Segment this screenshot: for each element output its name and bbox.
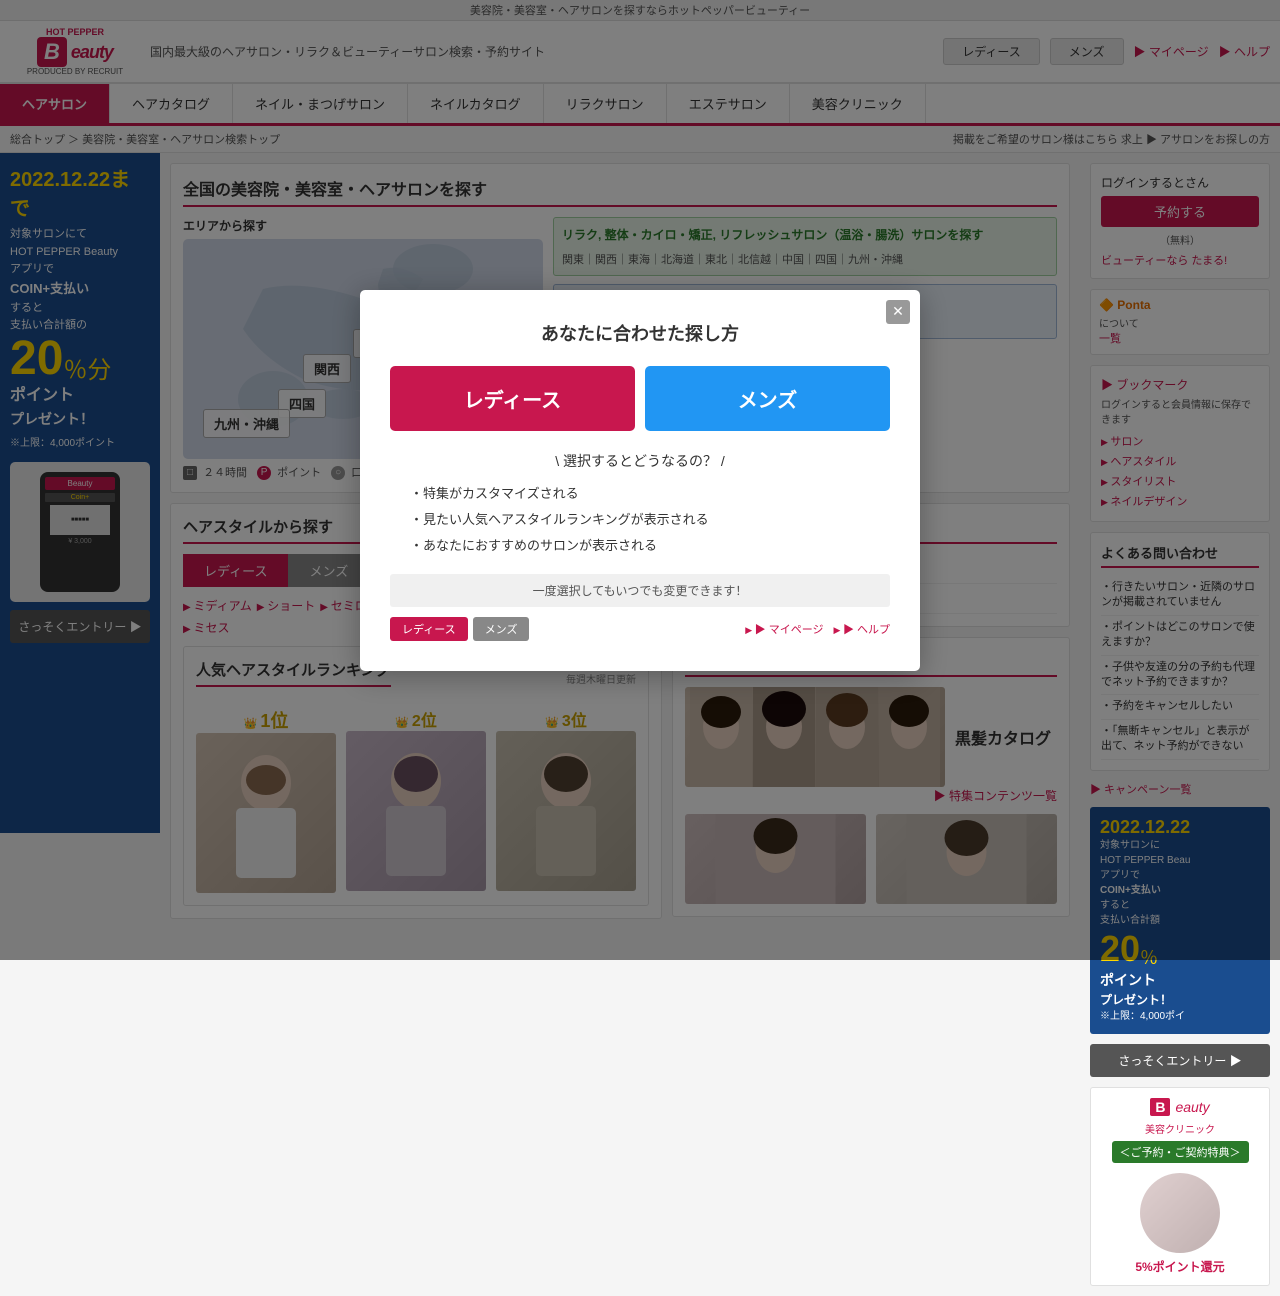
modal-mens-button[interactable]: メンズ <box>645 366 890 431</box>
modal-gender-buttons: レディース メンズ <box>390 366 890 431</box>
right-entry-button[interactable]: さっそくエントリー ▶ <box>1090 1044 1270 1077</box>
modal-nav-links: ▶ マイページ ▶ ヘルプ <box>745 621 890 637</box>
modal-small-mens-button[interactable]: メンズ <box>473 617 530 641</box>
right-ad-present: プレゼント！ <box>1100 991 1260 1009</box>
modal-help-link[interactable]: ▶ ヘルプ <box>834 621 890 637</box>
modal-info-item-3: あなたにおすすめのサロンが表示される <box>410 533 870 559</box>
modal-overlay[interactable]: ✕ あなたに合わせた探し方 レディース メンズ \ 選択するとどうなるの？ / … <box>0 0 1280 960</box>
right-ad-note: ※上限：4,000ポイ <box>1100 1009 1260 1024</box>
right-ad-point: ポイント <box>1100 970 1260 991</box>
clinic-logo-b: B <box>1150 1098 1170 1116</box>
modal-close-button[interactable]: ✕ <box>886 300 910 324</box>
clinic-badge: ＜ご予約・ご契約特典＞ <box>1112 1141 1249 1163</box>
modal-info-item-1: 特集がカスタマイズされる <box>410 481 870 507</box>
clinic-offer: 5%ポイント還元 <box>1101 1258 1259 1275</box>
clinic-logo: B eauty <box>1101 1098 1259 1116</box>
modal-info-items: 特集がカスタマイズされる 見たい人気ヘアスタイルランキングが表示される あなたに… <box>390 481 890 559</box>
modal-ladies-button[interactable]: レディース <box>390 366 635 431</box>
modal-bottom-links: レディース メンズ ▶ マイページ ▶ ヘルプ <box>390 617 890 641</box>
modal-info-title: \ 選択するとどうなるの？ / <box>390 451 890 471</box>
modal-title: あなたに合わせた探し方 <box>390 320 890 346</box>
clinic-ad: B eauty 美容クリニック ＜ご予約・ご契約特典＞ 5%ポイント還元 <box>1090 1087 1270 1286</box>
gender-selection-modal: ✕ あなたに合わせた探し方 レディース メンズ \ 選択するとどうなるの？ / … <box>360 290 920 671</box>
modal-small-ladies-button[interactable]: レディース <box>390 617 468 641</box>
clinic-logo-text: eauty <box>1175 1099 1209 1115</box>
clinic-sub-text: 美容クリニック <box>1101 1121 1259 1136</box>
modal-note: 一度選択してもいつでも変更できます！ <box>390 574 890 607</box>
modal-mypage-link[interactable]: ▶ マイページ <box>745 621 823 637</box>
clinic-person-image <box>1140 1173 1220 1253</box>
modal-bottom-gender: レディース メンズ <box>390 617 529 641</box>
modal-info-item-2: 見たい人気ヘアスタイルランキングが表示される <box>410 507 870 533</box>
